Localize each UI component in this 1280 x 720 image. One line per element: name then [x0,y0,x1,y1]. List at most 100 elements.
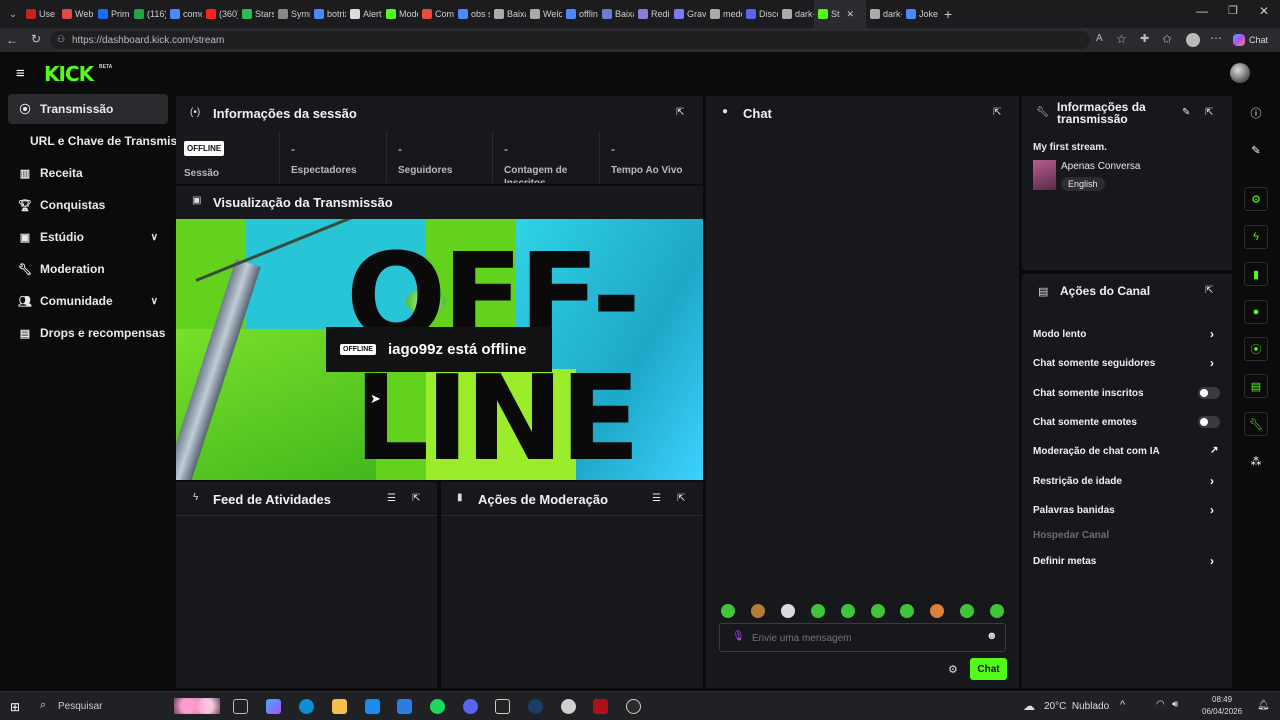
emote-icon[interactable] [780,604,795,618]
close-window-icon[interactable]: ✕ [1259,4,1269,18]
toggle-chat-emotes[interactable] [1198,416,1220,428]
capcut-icon[interactable] [495,699,510,714]
browser-tab[interactable]: (360) [202,0,238,28]
action-definir-metas[interactable]: Definir metas [1033,556,1096,567]
app-icon[interactable] [561,699,576,714]
browser-tab[interactable]: medo [706,0,742,28]
maximize-icon[interactable]: ❐ [1228,4,1238,17]
sidebar-item-transmissao[interactable]: ⦿ Transmissão [8,94,168,124]
taskbar-search[interactable]: Pesquisar [58,701,102,712]
filter-icon[interactable]: ☰ [387,493,396,504]
action-chat-seguidores[interactable]: Chat somente seguidores [1033,358,1155,369]
emote-icon[interactable] [990,604,1005,618]
favorite-icon[interactable]: ☆ [1116,32,1127,46]
reload-icon[interactable]: ↻ [31,32,41,46]
discord-icon[interactable] [463,699,478,714]
store-icon[interactable] [365,699,380,714]
file-explorer-icon[interactable] [332,699,347,714]
copilot-app-icon[interactable] [266,699,281,714]
user-avatar[interactable] [1230,63,1250,83]
popout-icon[interactable]: ⇱ [1205,107,1213,118]
clock-time[interactable]: 08:49 [1212,695,1232,704]
sidebar-item-comunidade[interactable]: 👥︎ Comunidade ∨ [8,286,168,316]
clock-date[interactable]: 06/04/2026 [1202,707,1242,716]
document-widget-icon[interactable]: ▮ [1244,262,1268,286]
sidebar-item-url-key[interactable]: URL e Chave de Transmissão [8,126,178,156]
tab-list-icon[interactable]: ⌄ [4,9,22,20]
mail-icon[interactable] [397,699,412,714]
browser-tab[interactable]: obs st [454,0,490,28]
menu-icon[interactable]: ≡ [16,65,25,82]
emote-icon[interactable] [810,604,825,618]
action-moderacao-ia[interactable]: Moderação de chat com IA [1033,446,1160,457]
volume-icon[interactable]: 🔊︎ [1172,699,1178,710]
emoji-icon[interactable]: ☻ [986,630,998,642]
read-aloud-icon[interactable]: A [1096,33,1103,44]
action-restricao-idade[interactable]: Restrição de idade [1033,476,1122,487]
tray-chevron-icon[interactable]: ^ [1120,699,1125,711]
emote-icon[interactable] [870,604,885,618]
browser-tab[interactable]: Redim [634,0,670,28]
favorites-icon[interactable]: ✩ [1162,32,1172,46]
action-modo-lento[interactable]: Modo lento [1033,329,1086,340]
browser-tab[interactable]: Stars F [238,0,274,28]
lightning-widget-icon[interactable]: ϟ [1244,225,1268,249]
external-link-icon[interactable]: ↗ [1210,445,1218,456]
popout-icon[interactable]: ⇱ [412,493,420,504]
chevron-right-icon[interactable]: › [1210,356,1214,370]
chevron-right-icon[interactable]: › [1210,327,1214,341]
browser-tab[interactable]: como [166,0,202,28]
popout-icon[interactable]: ⇱ [993,107,1001,118]
browser-tab[interactable]: Alerta [346,0,382,28]
edge-icon[interactable] [299,699,314,714]
popout-icon[interactable]: ⇱ [1205,285,1213,296]
obs-icon[interactable] [626,699,641,714]
emote-icon[interactable] [750,604,765,618]
browser-tab[interactable]: Baixa [598,0,634,28]
windows-start-icon[interactable]: ⊞ [10,700,20,714]
browser-tab[interactable]: dark- [866,0,902,28]
spotify-icon[interactable] [430,699,445,714]
search-icon[interactable]: ⌕ [40,699,46,712]
toggle-chat-inscritos[interactable] [1198,387,1220,399]
close-tab-icon[interactable]: ✕ [847,9,855,20]
kick-logo[interactable]: KICK [44,62,94,86]
url-input[interactable]: ⚇ https://dashboard.kick.com/stream [50,31,1090,49]
popout-icon[interactable]: ⇱ [677,493,685,504]
edit-icon[interactable]: ✎ [1182,107,1190,118]
browser-tab[interactable]: Symm [274,0,310,28]
browser-tab[interactable]: Use O [22,0,58,28]
browser-tab[interactable]: Joker [902,0,938,28]
profile-avatar[interactable] [1186,33,1200,47]
browser-tab[interactable]: Grave [670,0,706,28]
pencil-icon[interactable]: ✎ [1244,138,1268,162]
chat-message-input[interactable] [752,630,972,646]
gear-widget-icon[interactable]: ⚙ [1244,187,1268,211]
sidebar-item-drops[interactable]: ▤ Drops e recompensas [8,318,168,348]
chevron-right-icon[interactable]: › [1210,474,1214,488]
sidebar-item-receita[interactable]: ▥ Receita [8,158,168,188]
microphone-icon[interactable]: 🎙︎ [732,631,745,642]
browser-tab[interactable]: Prime [94,0,130,28]
sidebar-item-conquistas[interactable]: 🏆︎ Conquistas [8,190,168,220]
weather-text[interactable]: 20°C Nublado [1044,701,1109,712]
browser-tab[interactable]: St ✕ [814,0,866,28]
extensions-icon[interactable]: ✚ [1140,32,1149,45]
copilot-chat-button[interactable]: Chat [1233,33,1268,47]
browser-tab[interactable]: (116) [130,0,166,28]
filter-icon[interactable]: ☰ [652,493,661,504]
browser-tab[interactable]: Baixar [490,0,526,28]
browser-tab[interactable]: Welco [526,0,562,28]
chat-widget-icon[interactable]: ● [1244,300,1268,324]
share-icon[interactable]: ⁂ [1244,449,1268,473]
browser-tab[interactable]: Como [418,0,454,28]
new-tab-icon[interactable]: + [944,6,952,22]
sidebar-item-moderation[interactable]: 🔧︎ Moderation [8,254,168,284]
chevron-right-icon[interactable]: › [1210,503,1214,517]
broadcast-widget-icon[interactable]: ⦿ [1244,337,1268,361]
emote-icon[interactable] [840,604,855,618]
chevron-right-icon[interactable]: › [1210,554,1214,568]
notification-icon[interactable]: 🔔︎ [1257,700,1270,711]
task-view-icon[interactable] [233,699,248,714]
chat-send-button[interactable]: Chat [970,658,1007,680]
